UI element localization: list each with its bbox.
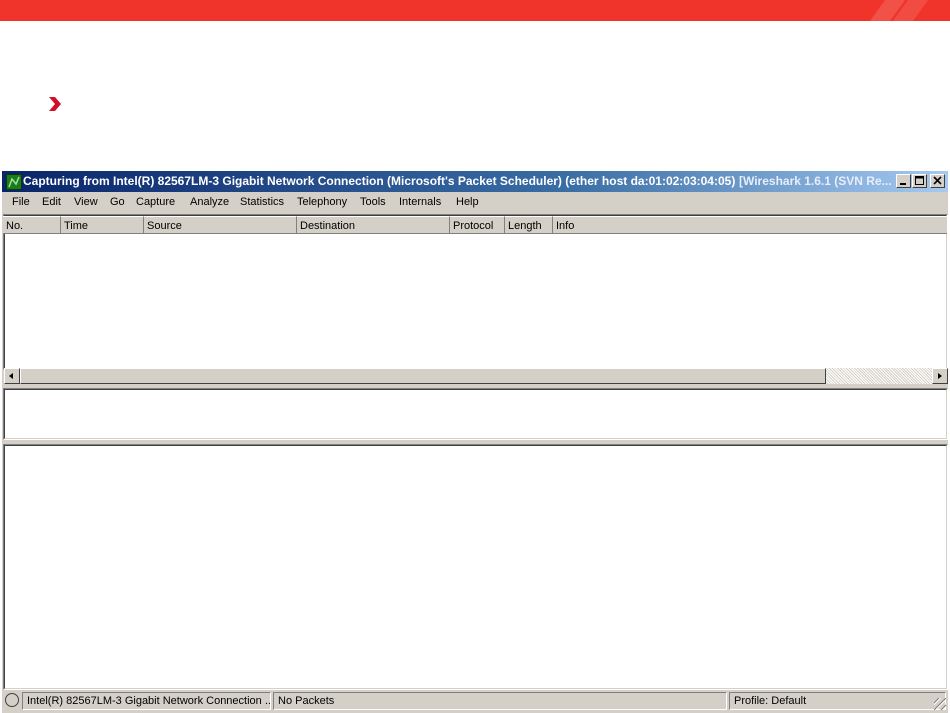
scroll-track[interactable] bbox=[826, 368, 932, 384]
menu-tools[interactable]: Tools bbox=[360, 196, 386, 208]
packet-list-pane[interactable] bbox=[3, 214, 948, 370]
resize-grip-icon[interactable] bbox=[934, 698, 946, 710]
menu-bar: File Edit View Go Capture Analyze Statis… bbox=[2, 193, 948, 213]
maximize-button[interactable] bbox=[912, 174, 927, 188]
column-header-length[interactable]: Length bbox=[505, 216, 553, 234]
window-title: Capturing from Intel(R) 82567LM-3 Gigabi… bbox=[23, 174, 736, 188]
menu-analyze[interactable]: Analyze bbox=[190, 196, 229, 208]
column-header-info[interactable]: Info bbox=[553, 216, 947, 234]
packet-bytes-pane[interactable] bbox=[3, 444, 948, 690]
close-button[interactable] bbox=[930, 174, 945, 188]
column-header-protocol[interactable]: Protocol bbox=[450, 216, 505, 234]
minimize-icon bbox=[900, 183, 906, 185]
wireshark-window: Capturing from Intel(R) 82567LM-3 Gigabi… bbox=[2, 171, 948, 713]
status-profile[interactable]: Profile: Default bbox=[729, 692, 946, 710]
scroll-thumb[interactable] bbox=[20, 368, 826, 384]
column-header-no[interactable]: No. bbox=[3, 216, 61, 234]
column-header-source[interactable]: Source bbox=[144, 216, 297, 234]
column-header-destination[interactable]: Destination bbox=[297, 216, 450, 234]
minimize-button[interactable] bbox=[896, 174, 911, 188]
column-header-time[interactable]: Time bbox=[61, 216, 144, 234]
menu-telephony[interactable]: Telephony bbox=[297, 196, 347, 208]
menu-help[interactable]: Help bbox=[456, 196, 479, 208]
status-interface: Intel(R) 82567LM-3 Gigabit Network Conne… bbox=[22, 692, 271, 710]
status-bar: Intel(R) 82567LM-3 Gigabit Network Conne… bbox=[2, 690, 948, 712]
menu-view[interactable]: View bbox=[74, 196, 98, 208]
capture-status-icon[interactable] bbox=[5, 693, 19, 707]
menu-capture[interactable]: Capture bbox=[136, 196, 175, 208]
arrow-left-icon[interactable] bbox=[4, 368, 20, 384]
chevron-right-icon bbox=[49, 97, 61, 111]
packet-list-hscrollbar[interactable] bbox=[4, 368, 948, 384]
wireshark-fin-icon[interactable] bbox=[6, 174, 22, 190]
status-packets: No Packets bbox=[273, 692, 727, 710]
close-icon bbox=[933, 176, 942, 185]
menu-file[interactable]: File bbox=[12, 196, 30, 208]
arrow-right-icon[interactable] bbox=[932, 368, 948, 384]
window-title-suffix: [Wireshark 1.6.1 (SVN Re... bbox=[739, 174, 892, 188]
packet-list-header: No. Time Source Destination Protocol Len… bbox=[3, 216, 947, 234]
maximize-icon bbox=[915, 176, 924, 185]
brand-chevrons bbox=[870, 0, 928, 21]
title-bar[interactable]: Capturing from Intel(R) 82567LM-3 Gigabi… bbox=[2, 171, 948, 192]
brand-top-bar bbox=[0, 0, 950, 21]
menu-statistics[interactable]: Statistics bbox=[240, 196, 284, 208]
menu-internals[interactable]: Internals bbox=[399, 196, 441, 208]
packet-details-pane[interactable] bbox=[3, 388, 948, 440]
menu-go[interactable]: Go bbox=[110, 196, 125, 208]
menu-edit[interactable]: Edit bbox=[42, 196, 61, 208]
